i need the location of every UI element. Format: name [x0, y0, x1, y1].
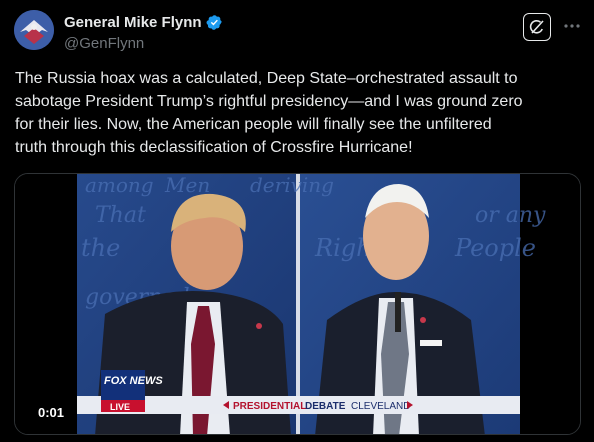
backdrop-word: People — [454, 234, 536, 262]
more-button[interactable] — [561, 16, 583, 36]
author-block: General Mike Flynn @GenFlynn — [64, 12, 223, 52]
banner-mid: DEBATE — [305, 401, 346, 412]
more-dots-icon — [564, 24, 580, 28]
backdrop-word: deriving — [250, 174, 334, 197]
backdrop-word: the — [81, 234, 120, 262]
network-live-text: LIVE — [110, 402, 130, 412]
backdrop-word: That — [95, 203, 146, 228]
display-name[interactable]: General Mike Flynn — [64, 14, 202, 31]
avatar-image — [14, 10, 54, 50]
grok-button[interactable] — [523, 13, 551, 41]
banner-left: PRESIDENTIAL — [233, 401, 306, 412]
tweet-text: The Russia hoax was a calculated, Deep S… — [15, 70, 523, 156]
network-logo-text: FOX NEWS — [104, 375, 163, 387]
handle[interactable]: @GenFlynn — [64, 35, 223, 52]
backdrop-word: or any — [475, 203, 546, 228]
video-duration-badge: 0:01 — [32, 403, 71, 423]
backdrop-word: among — [85, 174, 154, 197]
verified-badge-icon — [206, 14, 222, 30]
avatar[interactable] — [14, 10, 54, 50]
video-player[interactable]: among Men deriving That or any the Right… — [14, 173, 581, 435]
banner-right: CLEVELAND — [351, 401, 410, 412]
backdrop-word: Men — [164, 174, 210, 197]
video-frame: among Men deriving That or any the Right… — [15, 174, 580, 434]
grok-icon — [529, 19, 544, 34]
